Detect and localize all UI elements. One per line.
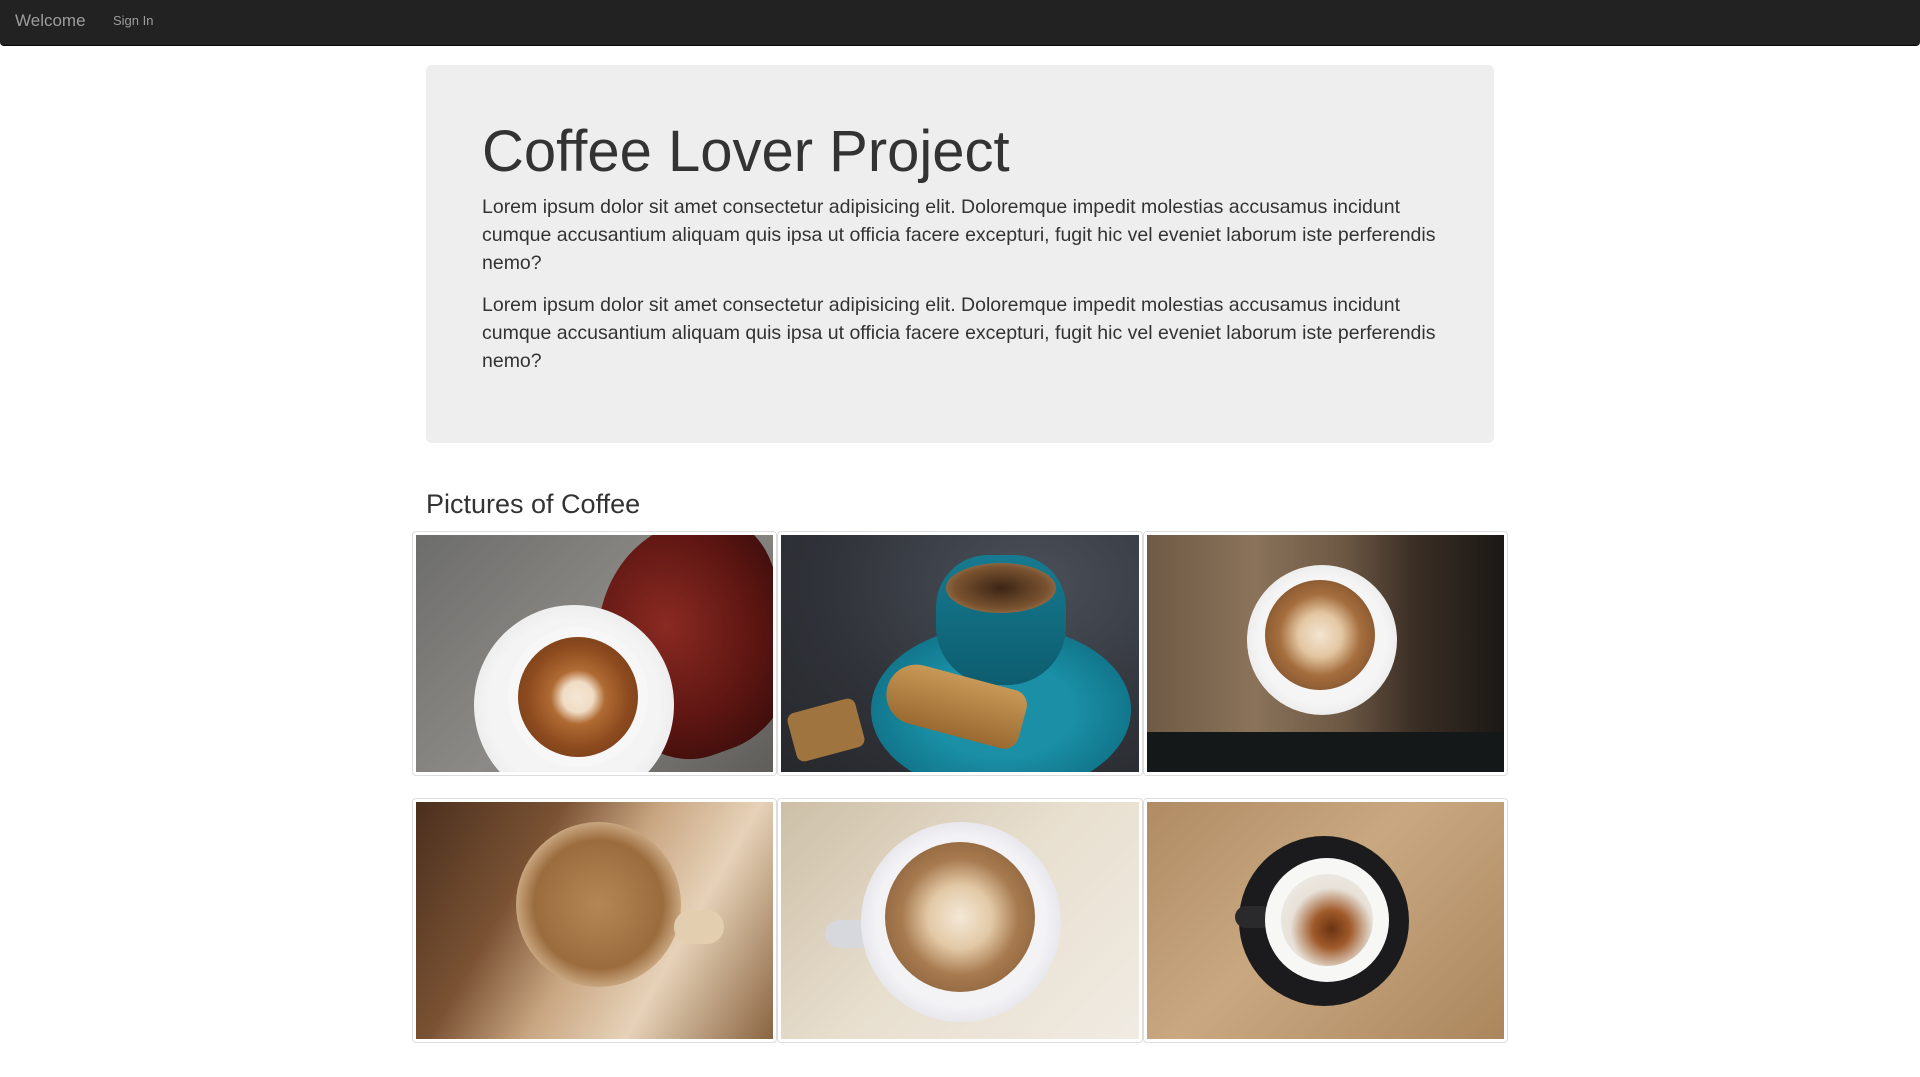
gallery-thumbnail[interactable] bbox=[777, 798, 1143, 1043]
page-title: Coffee Lover Project bbox=[482, 119, 1010, 184]
intro-paragraph-1: Lorem ipsum dolor sit amet consectetur a… bbox=[482, 196, 1436, 274]
sign-in-link[interactable]: Sign In bbox=[113, 13, 153, 28]
top-navbar: Welcome Sign In bbox=[0, 0, 1920, 46]
coffee-photo-latte-leaf bbox=[416, 535, 774, 772]
coffee-photo-latte-art bbox=[781, 802, 1139, 1039]
gallery-thumbnail[interactable] bbox=[777, 531, 1143, 776]
gallery-thumbnail[interactable] bbox=[412, 798, 778, 1043]
coffee-gallery bbox=[412, 531, 1508, 1065]
gallery-thumbnail[interactable] bbox=[412, 531, 778, 776]
intro-paragraph-2: Lorem ipsum dolor sit amet consectetur a… bbox=[482, 294, 1436, 372]
coffee-photo-espresso bbox=[1146, 802, 1504, 1039]
jumbotron: Coffee Lover Project Lorem ipsum dolor s… bbox=[426, 65, 1494, 443]
coffee-photo-blue-cup bbox=[781, 535, 1139, 772]
gallery-title: Pictures of Coffee bbox=[426, 489, 641, 519]
coffee-photo-latte-wood bbox=[1146, 535, 1504, 772]
gallery-row bbox=[412, 531, 1508, 776]
gallery-row bbox=[412, 798, 1508, 1043]
gallery-thumbnail[interactable] bbox=[1142, 531, 1508, 776]
gallery-thumbnail[interactable] bbox=[1142, 798, 1508, 1043]
navbar-brand[interactable]: Welcome bbox=[15, 11, 86, 31]
coffee-photo-rustic-mug bbox=[416, 802, 774, 1039]
